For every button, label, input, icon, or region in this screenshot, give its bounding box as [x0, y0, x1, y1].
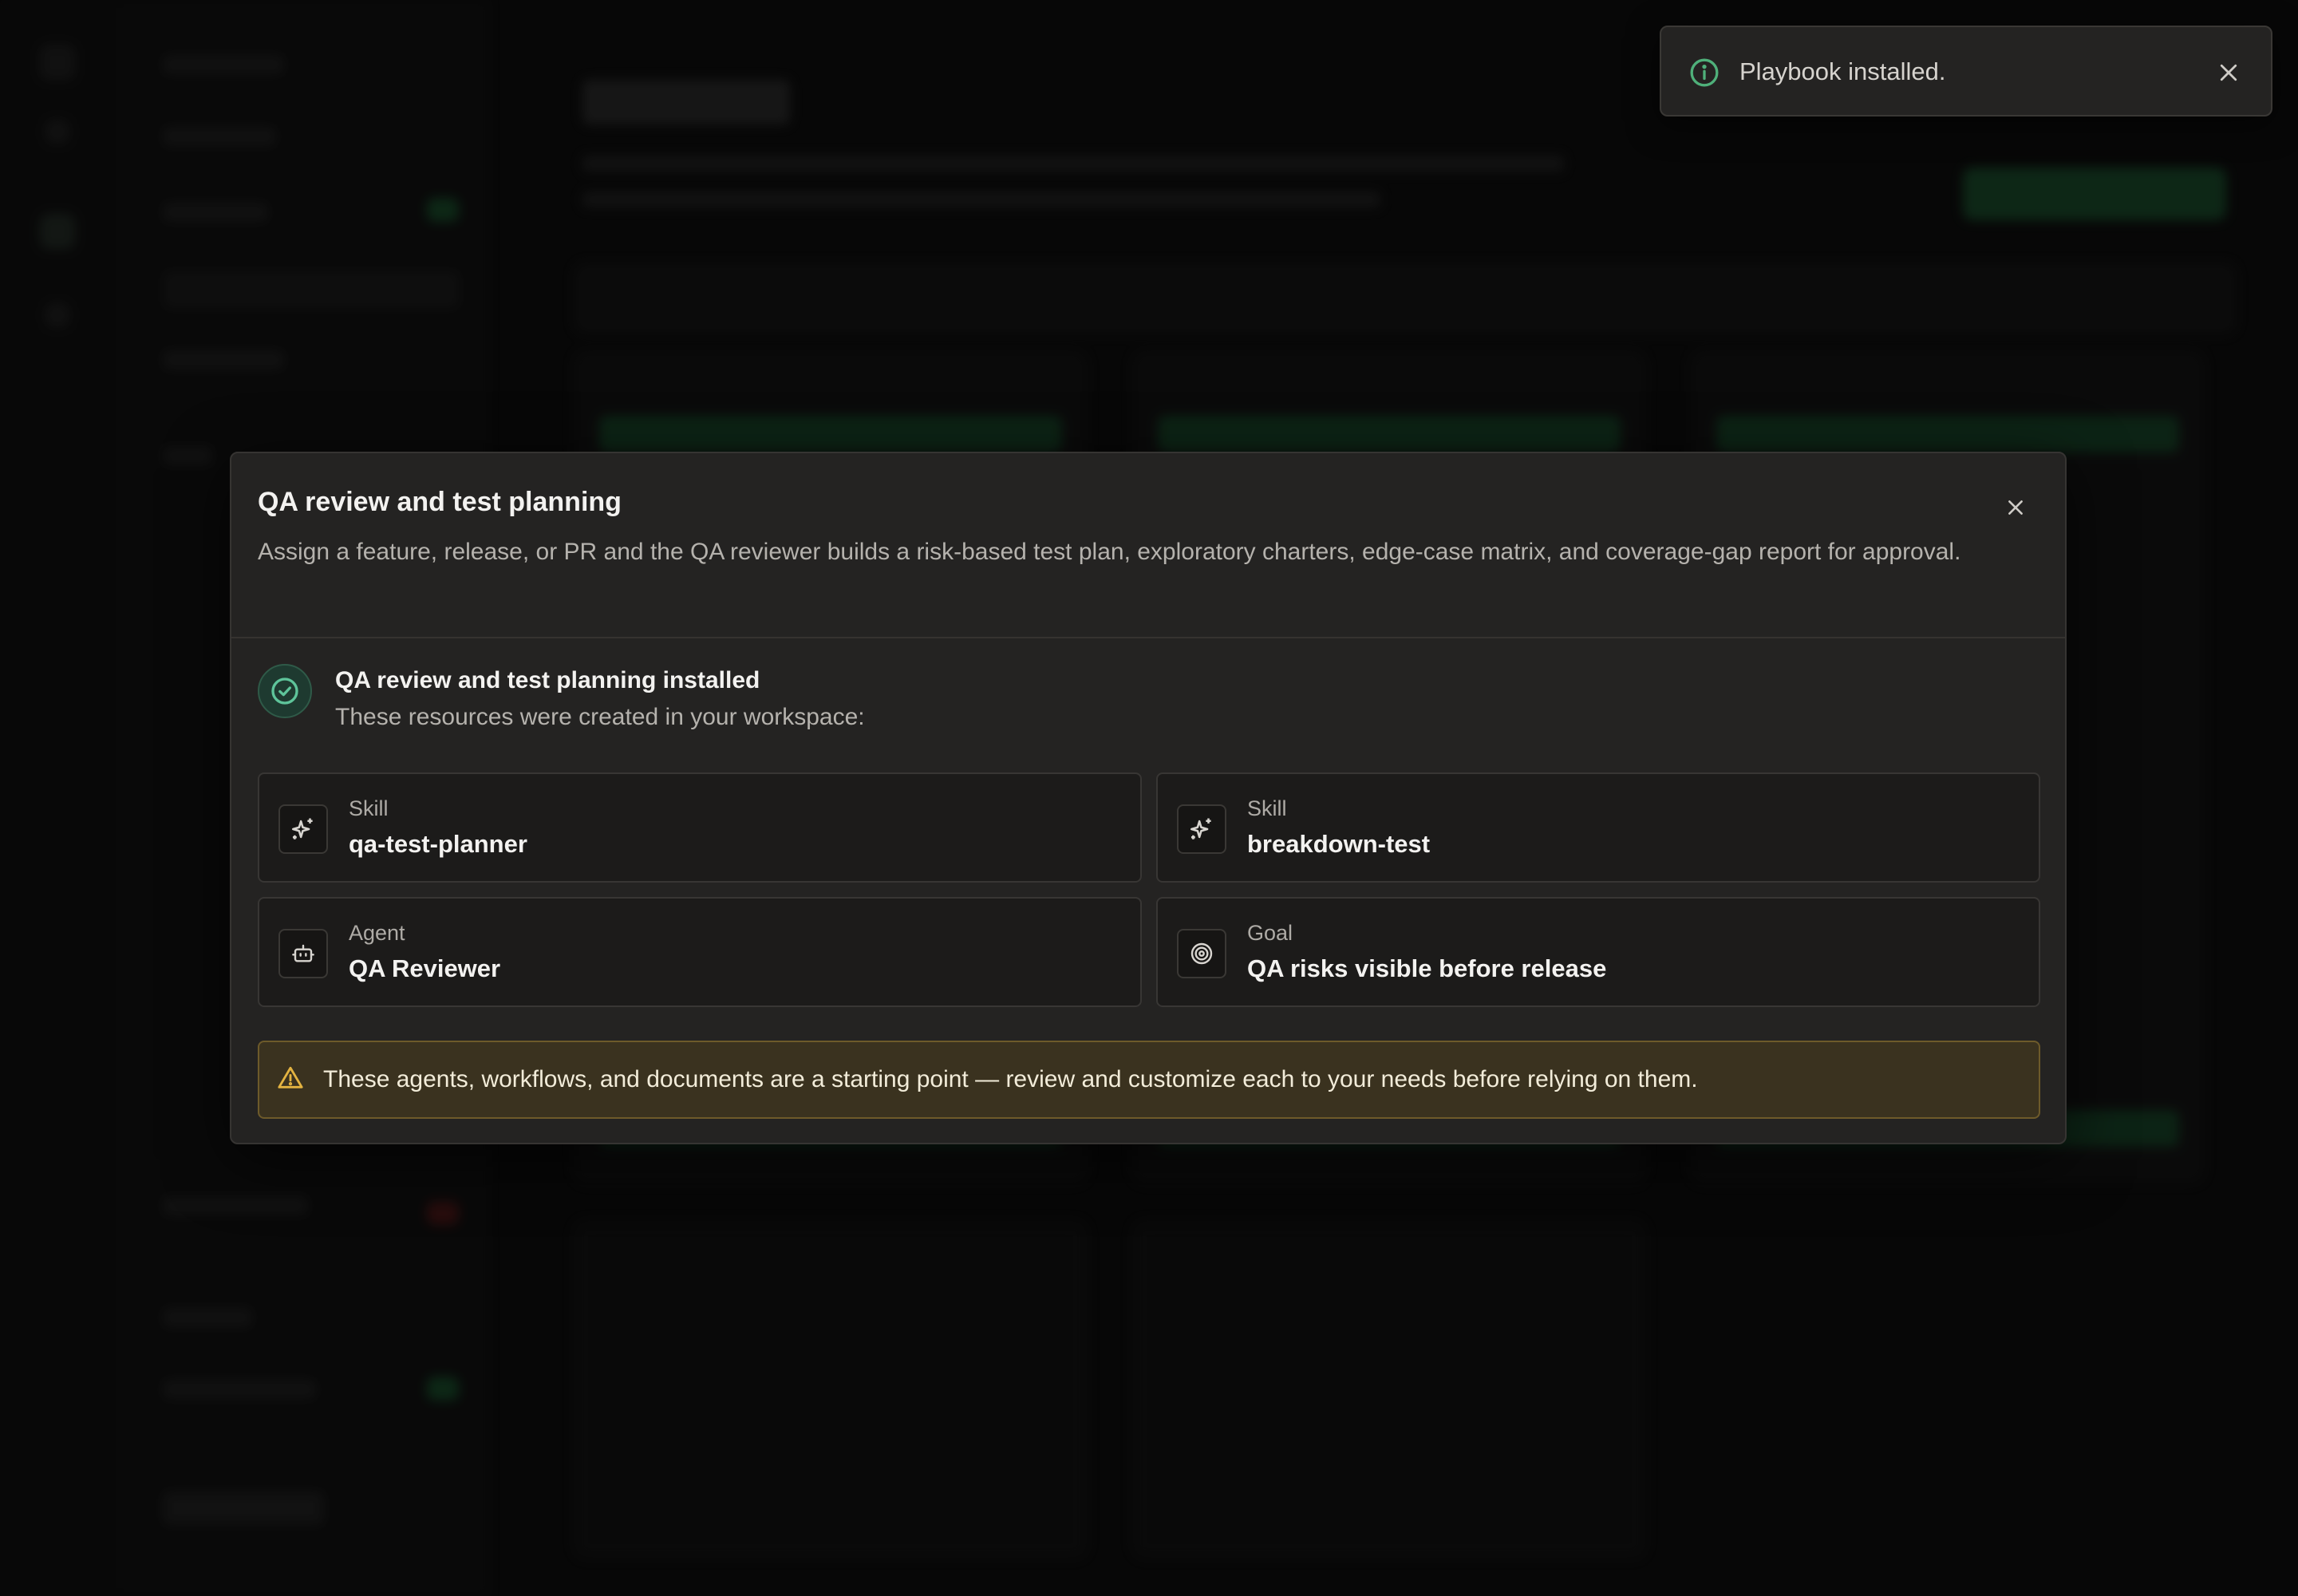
dialog-description: Assign a feature, release, or PR and the…: [258, 539, 1961, 565]
playbook-installed-dialog: QA review and test planning Assign a fea…: [230, 452, 2067, 1144]
resource-type: Agent: [349, 921, 405, 945]
resource-name: QA Reviewer: [349, 954, 501, 982]
toast-close-button[interactable]: [2212, 56, 2245, 89]
resource-type: Skill: [1247, 796, 1287, 820]
resource-card-goal[interactable]: Goal QA risks visible before release: [1156, 897, 2040, 1007]
sparkle-icon: [278, 804, 328, 854]
resource-name: QA risks visible before release: [1247, 954, 1607, 982]
check-circle-icon: [258, 664, 312, 718]
bot-icon: [278, 929, 328, 978]
install-success-subtitle: These resources were created in your wor…: [335, 704, 865, 730]
customization-warning: These agents, workflows, and documents a…: [258, 1041, 2040, 1119]
resource-card-skill[interactable]: Skill qa-test-planner: [258, 772, 1142, 883]
toast-notification: Playbook installed.: [1660, 26, 2272, 117]
resource-card-skill[interactable]: Skill breakdown-test: [1156, 772, 2040, 883]
resource-type: Skill: [349, 796, 389, 820]
resource-name: qa-test-planner: [349, 830, 527, 858]
install-success-title: QA review and test planning installed: [335, 667, 760, 693]
warning-triangle-icon: [277, 1065, 306, 1093]
info-icon: [1688, 57, 1720, 89]
resource-card-agent[interactable]: Agent QA Reviewer: [258, 897, 1142, 1007]
dialog-header: QA review and test planning Assign a fea…: [231, 453, 2065, 638]
target-icon: [1177, 929, 1226, 978]
dialog-close-button[interactable]: [2000, 492, 2031, 523]
close-icon: [2008, 500, 2023, 515]
toast-message: Playbook installed.: [1739, 57, 1946, 85]
resource-name: breakdown-test: [1247, 830, 1431, 858]
resource-type: Goal: [1247, 921, 1293, 945]
dialog-title: QA review and test planning: [258, 487, 622, 517]
close-icon: [2220, 64, 2237, 81]
warning-text: These agents, workflows, and documents a…: [323, 1066, 1698, 1092]
sparkle-icon: [1177, 804, 1226, 854]
